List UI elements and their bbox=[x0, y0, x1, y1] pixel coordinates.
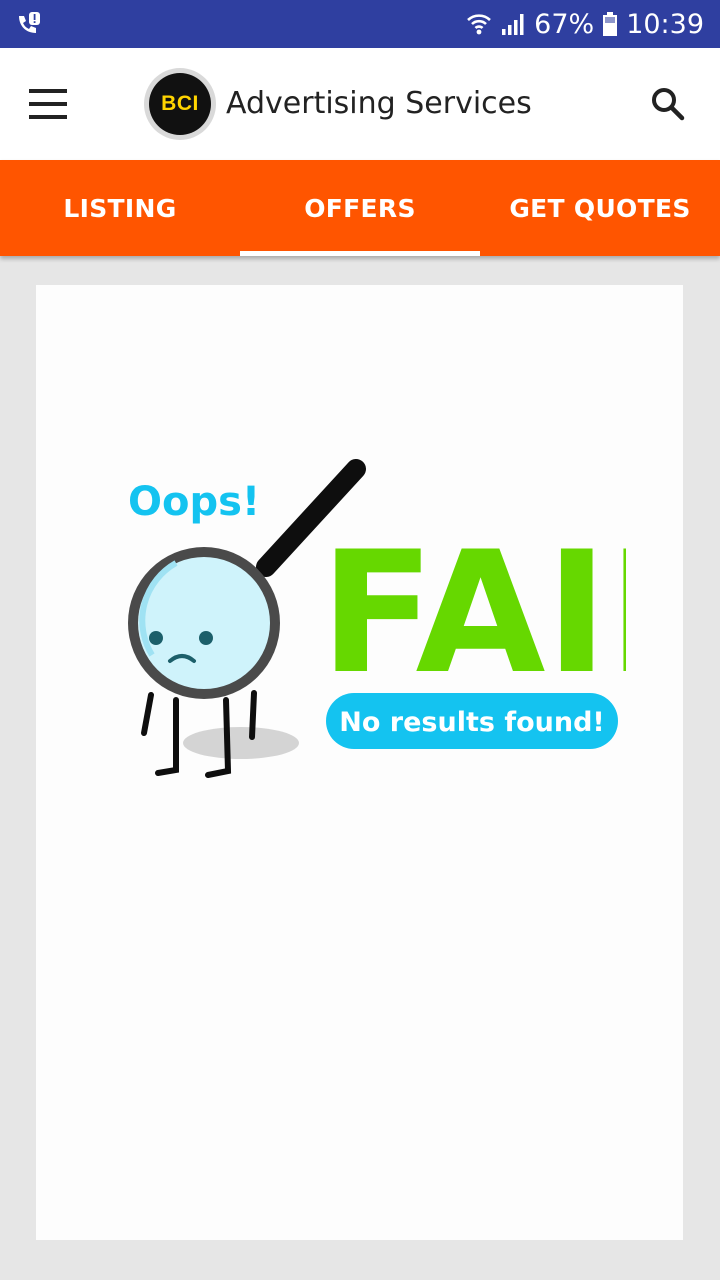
right-eye bbox=[199, 631, 213, 645]
logo-text: BCI bbox=[149, 73, 211, 135]
battery-percent: 67% bbox=[534, 8, 595, 40]
oops-text: Oops! bbox=[128, 479, 260, 525]
search-icon[interactable] bbox=[648, 84, 688, 124]
tab-offers[interactable]: OFFERS bbox=[240, 160, 480, 256]
tab-get-quotes[interactable]: GET QUOTES bbox=[480, 160, 720, 256]
page-title: Advertising Services bbox=[226, 86, 532, 121]
tab-bar: LISTING OFFERS GET QUOTES bbox=[0, 160, 720, 256]
no-results-illustration: Oops! FAIL No results found! bbox=[128, 459, 626, 778]
left-eye bbox=[149, 631, 163, 645]
bci-logo: BCI bbox=[144, 68, 216, 140]
shadow-shape bbox=[183, 727, 299, 759]
status-bar: 67% 10:39 bbox=[0, 0, 720, 48]
signal-icon bbox=[500, 11, 526, 37]
tab-listing[interactable]: LISTING bbox=[0, 160, 240, 256]
wifi-icon bbox=[466, 11, 492, 37]
battery-icon bbox=[602, 11, 618, 37]
menu-icon[interactable] bbox=[22, 82, 74, 126]
content-card: Oops! FAIL No results found! bbox=[36, 285, 683, 1240]
app-bar: BCI Advertising Services bbox=[0, 48, 720, 160]
call-alert-icon bbox=[14, 10, 42, 38]
no-results-text: No results found! bbox=[339, 707, 604, 738]
fail-text: FAIL bbox=[320, 515, 626, 711]
clock: 10:39 bbox=[626, 8, 704, 40]
